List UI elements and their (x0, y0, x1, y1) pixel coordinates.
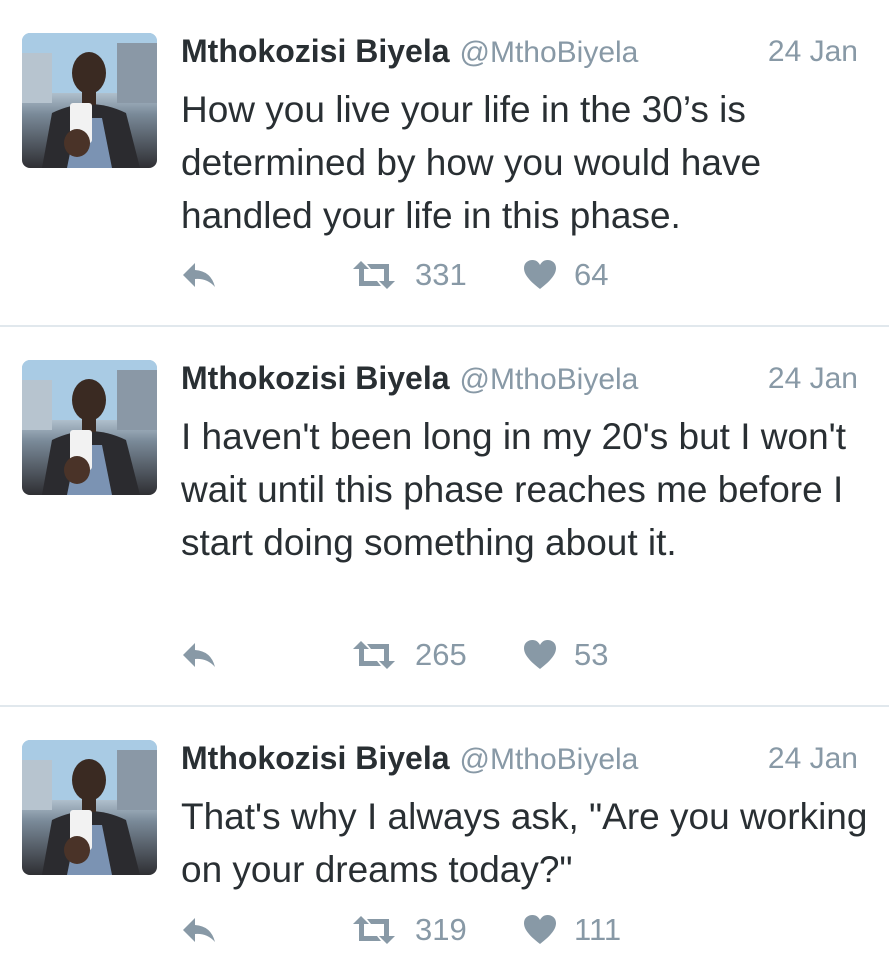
tweet-actions: 265 53 (181, 635, 701, 675)
retweet-icon (353, 916, 395, 944)
reply-icon (183, 263, 215, 287)
retweet-count: 319 (415, 912, 467, 947)
user-name[interactable]: Mthokozisi Biyela (181, 360, 450, 396)
reply-icon (183, 918, 215, 942)
tweet-header: Mthokozisi Biyela @MthoBiyela 24 Jan (181, 360, 861, 404)
reply-button[interactable] (181, 635, 217, 675)
reply-button[interactable] (181, 255, 217, 295)
tweet[interactable]: Mthokozisi Biyela @MthoBiyela 24 Jan How … (0, 0, 889, 327)
tweet-actions: 319 111 (181, 910, 701, 950)
tweet-timeline: Mthokozisi Biyela @MthoBiyela 24 Jan How … (0, 0, 889, 960)
like-button[interactable]: 53 (524, 635, 608, 675)
user-name[interactable]: Mthokozisi Biyela (181, 740, 450, 776)
heart-icon (524, 915, 556, 944)
retweet-button[interactable]: 319 (351, 910, 467, 950)
avatar[interactable] (22, 360, 157, 495)
tweet-date[interactable]: 24 Jan (768, 35, 858, 69)
like-count: 111 (574, 912, 622, 947)
tweet-date[interactable]: 24 Jan (768, 362, 858, 396)
user-handle[interactable]: @MthoBiyela (460, 363, 639, 396)
like-button[interactable]: 64 (524, 255, 608, 295)
tweet-text: I haven't been long in my 20's but I won… (181, 416, 846, 563)
retweet-count: 331 (415, 257, 467, 292)
like-button[interactable]: 111 (524, 910, 621, 950)
tweet-actions: 331 64 (181, 255, 701, 295)
reply-button[interactable] (181, 910, 217, 950)
tweet-header: Mthokozisi Biyela @MthoBiyela 24 Jan (181, 740, 861, 784)
tweet[interactable]: Mthokozisi Biyela @MthoBiyela 24 Jan I ha… (0, 327, 889, 707)
retweet-count: 265 (415, 637, 467, 672)
user-handle[interactable]: @MthoBiyela (460, 743, 639, 776)
user-name[interactable]: Mthokozisi Biyela (181, 33, 450, 69)
retweet-icon (353, 261, 395, 289)
tweet-date[interactable]: 24 Jan (768, 742, 858, 776)
avatar[interactable] (22, 33, 157, 168)
retweet-button[interactable]: 331 (351, 255, 467, 295)
tweet-header: Mthokozisi Biyela @MthoBiyela 24 Jan (181, 33, 861, 77)
heart-icon (524, 260, 556, 289)
tweet[interactable]: Mthokozisi Biyela @MthoBiyela 24 Jan That… (0, 707, 889, 960)
avatar[interactable] (22, 740, 157, 875)
retweet-icon (353, 641, 395, 669)
retweet-button[interactable]: 265 (351, 635, 467, 675)
like-count: 53 (574, 637, 609, 672)
tweet-text: That's why I always ask, "Are you workin… (181, 796, 868, 890)
like-count: 64 (574, 257, 609, 292)
tweet-text: How you live your life in the 30’s is de… (181, 89, 762, 236)
reply-icon (183, 643, 215, 667)
user-handle[interactable]: @MthoBiyela (460, 36, 639, 69)
heart-icon (524, 640, 556, 669)
